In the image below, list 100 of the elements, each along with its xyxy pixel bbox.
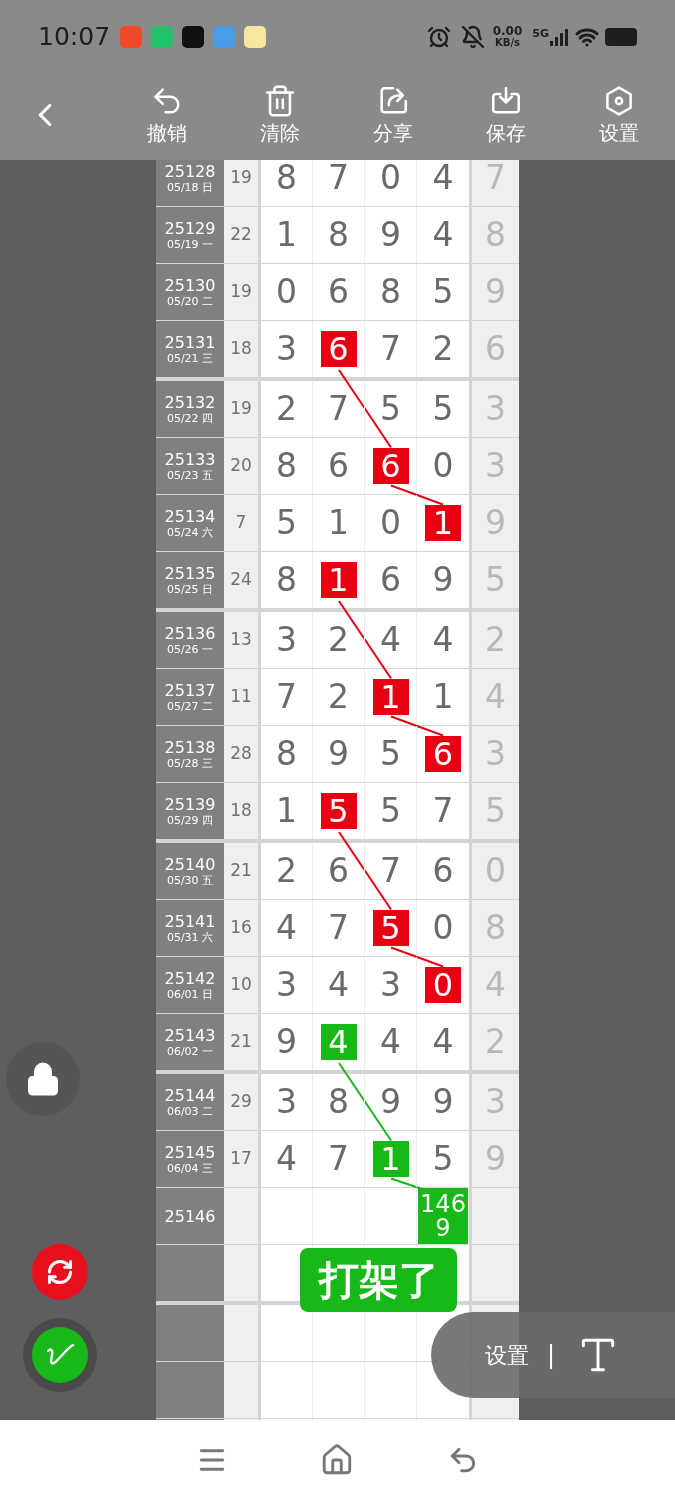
digit: 4 [432, 214, 454, 257]
period-cell: 25142 06/01 日 [156, 957, 224, 1013]
toolbar-button[interactable]: 保存 [465, 84, 546, 146]
sum-cell: 18 [224, 783, 258, 839]
period-cell: 25138 05/28 三 [156, 726, 224, 782]
digit: 7 [380, 850, 401, 893]
sum-cell: 20 [224, 438, 258, 494]
digit: 3 [276, 328, 297, 371]
period-cell: 25139 05/29 四 [156, 783, 224, 839]
period-cell: 25128 05/18 日 [156, 160, 224, 206]
highlighted-digit: 5 [320, 793, 357, 829]
period-cell: 25143 06/02 一 [156, 1014, 224, 1070]
digit: 5 [380, 733, 401, 776]
digit: 6 [380, 559, 401, 602]
sum-cell: 16 [224, 900, 258, 956]
digit: 6 [328, 271, 349, 314]
digit: 1 [276, 214, 297, 257]
sum-cell: 18 [224, 321, 258, 377]
battery-icon [605, 28, 637, 46]
period-cell: 25132 05/22 四 [156, 381, 224, 437]
period-cell: 25130 05/20 二 [156, 264, 224, 320]
digit: 1 [432, 676, 454, 719]
sum-cell: 22 [224, 207, 258, 263]
lock-icon [25, 1061, 61, 1097]
digit: 2 [432, 328, 454, 371]
digit: 9 [276, 1021, 297, 1064]
digit: 5 [380, 388, 401, 431]
digit: 9 [380, 214, 401, 257]
digit: 8 [328, 214, 349, 257]
sum-cell [224, 1305, 258, 1361]
digit: 4 [432, 619, 454, 662]
refresh-icon [46, 1258, 74, 1286]
digit: 6 [432, 850, 454, 893]
highlighted-digit: 0 [425, 967, 461, 1003]
toolbar-button[interactable]: 分享 [352, 84, 433, 146]
forecast-number: 1469 [418, 1188, 468, 1244]
signal-icon [549, 27, 569, 47]
digit: 8 [380, 271, 401, 314]
period-cell: 25133 05/23 五 [156, 438, 224, 494]
digit: 7 [328, 1138, 349, 1181]
digit: 0 [380, 160, 401, 200]
digit: 4 [328, 964, 349, 1007]
sum-cell: 29 [224, 1074, 258, 1130]
bell-off-icon [460, 25, 485, 49]
digit: 8 [276, 559, 297, 602]
sum-cell: 28 [224, 726, 258, 782]
sum-cell [224, 1245, 258, 1301]
digit: 7 [328, 907, 349, 950]
sum-cell: 17 [224, 1131, 258, 1187]
settings-link[interactable]: 设置 [485, 1338, 529, 1372]
highlighted-digit: 1 [372, 679, 409, 715]
highlighted-digit: 6 [372, 448, 409, 484]
digit: 9 [432, 1081, 454, 1124]
refresh-button[interactable] [32, 1244, 88, 1300]
sum-cell: 10 [224, 957, 258, 1013]
digit: 9 [380, 1081, 401, 1124]
period-cell: 25136 05/26 一 [156, 612, 224, 668]
network-speed-unit: KB/s [495, 37, 520, 49]
digit: 0 [380, 502, 401, 545]
sum-cell: 11 [224, 669, 258, 725]
span-cell [472, 1188, 519, 1244]
period-cell: 25134 05/24 六 [156, 495, 224, 551]
digit: 6 [328, 850, 349, 893]
digit: 8 [276, 733, 297, 776]
connector-line [390, 484, 444, 506]
digit: 8 [276, 160, 297, 200]
digit: 3 [380, 964, 401, 1007]
period-cell [156, 1245, 224, 1301]
sum-cell: 21 [224, 1014, 258, 1070]
digit: 0 [432, 445, 454, 488]
digit: 4 [380, 1021, 401, 1064]
digit: 3 [276, 619, 297, 662]
digit: 9 [432, 559, 454, 602]
period-cell: 25140 05/30 五 [156, 843, 224, 899]
digit: 6 [328, 445, 349, 488]
digit: 3 [276, 964, 297, 1007]
tag-label: 打架了 [300, 1248, 457, 1312]
connector-line [390, 946, 444, 968]
period-cell: 25141 05/31 六 [156, 900, 224, 956]
digit: 5 [276, 502, 297, 545]
connector-line [390, 715, 444, 737]
digit: 0 [432, 907, 454, 950]
toolbar-button[interactable]: 撤销 [126, 84, 207, 146]
digit: 7 [328, 160, 349, 200]
highlighted-digit: 1 [372, 1141, 409, 1177]
digit: 7 [276, 676, 297, 719]
digit: 2 [328, 676, 349, 719]
sum-cell: 19 [224, 264, 258, 320]
toolbar-button[interactable]: 设置 [578, 84, 659, 146]
highlighted-digit: 6 [320, 331, 357, 367]
digit: 4 [276, 1138, 297, 1181]
highlighted-digit: 1 [320, 562, 357, 598]
sum-cell [224, 1362, 258, 1418]
highlighted-digit: 6 [425, 736, 461, 772]
network-type: 5G [532, 26, 549, 42]
period-cell [156, 1305, 224, 1361]
pill-divider: | [547, 1340, 556, 1371]
digit: 8 [328, 1081, 349, 1124]
period-cell: 25131 05/21 三 [156, 321, 224, 377]
toolbar-button[interactable]: 清除 [239, 84, 320, 146]
